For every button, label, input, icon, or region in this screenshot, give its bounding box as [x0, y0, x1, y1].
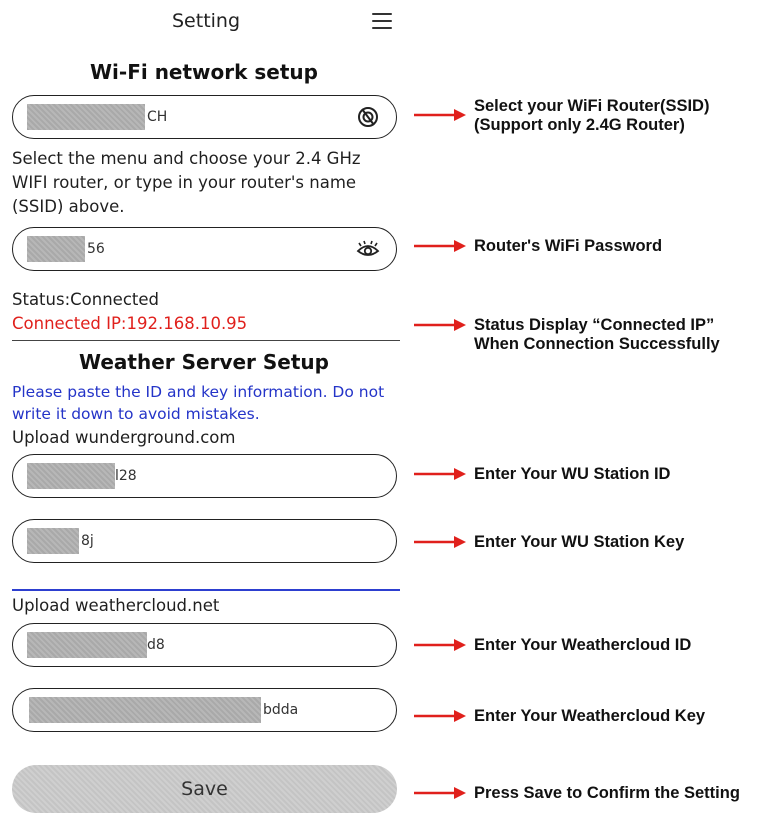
annotation-wu-key: Enter Your WU Station Key	[474, 533, 685, 551]
redacted-mask	[27, 236, 85, 262]
redacted-mask	[29, 697, 261, 723]
annotation-ssid: Select your WiFi Router(SSID) (Support on…	[474, 97, 710, 134]
annotation-arrow-icon	[414, 787, 466, 799]
redacted-mask	[27, 632, 147, 658]
password-value: 56	[87, 241, 105, 257]
connection-status: Status:Connected	[12, 290, 159, 309]
wc-label: Upload weathercloud.net	[12, 596, 220, 615]
connected-ip: Connected IP:192.168.10.95	[12, 314, 248, 333]
weather-note: Please paste the ID and key information.…	[12, 383, 385, 423]
wc-id-input[interactable]: d8	[12, 623, 397, 667]
wu-station-key-input[interactable]: 8j	[12, 519, 397, 563]
annotation-wu-id: Enter Your WU Station ID	[474, 465, 671, 483]
wifi-section-title: Wi-Fi network setup	[90, 60, 318, 84]
wc-key-value: bdda	[263, 702, 299, 718]
router-scan-icon[interactable]	[356, 105, 380, 129]
hamburger-menu-icon[interactable]	[372, 13, 392, 29]
annotation-arrow-icon	[414, 710, 466, 722]
wc-id-value: d8	[147, 637, 165, 653]
section-divider	[12, 340, 400, 341]
wu-station-id-value: l28	[115, 468, 137, 484]
redacted-mask	[27, 463, 115, 489]
wc-key-input[interactable]: bdda	[12, 688, 397, 732]
ssid-value: CH	[147, 109, 168, 125]
annotation-arrow-icon	[414, 319, 466, 331]
wu-station-id-input[interactable]: l28	[12, 454, 397, 498]
annotation-arrow-icon	[414, 468, 466, 480]
annotation-save: Press Save to Confirm the Setting	[474, 784, 740, 802]
annotation-arrow-icon	[414, 240, 466, 252]
ssid-help-text: Select the menu and choose your 2.4 GHz …	[12, 149, 361, 216]
eye-icon[interactable]	[356, 237, 380, 261]
annotation-status: Status Display “Connected IP” When Connec…	[474, 316, 720, 353]
annotation-wc-key: Enter Your Weathercloud Key	[474, 707, 706, 725]
wu-label: Upload wunderground.com	[12, 428, 236, 447]
annotation-password: Router's WiFi Password	[474, 237, 663, 255]
password-input[interactable]: 56	[12, 227, 397, 271]
ssid-input[interactable]: CH	[12, 95, 397, 139]
annotation-wc-id: Enter Your Weathercloud ID	[474, 636, 692, 654]
annotation-arrow-icon	[414, 536, 466, 548]
save-button[interactable]: Save	[12, 765, 397, 813]
annotation-arrow-icon	[414, 109, 466, 121]
weather-section-title: Weather Server Setup	[79, 350, 329, 374]
redacted-mask	[27, 528, 79, 554]
redacted-mask	[27, 104, 145, 130]
wu-station-key-value: 8j	[81, 533, 94, 549]
wu-section-divider	[12, 589, 400, 591]
annotation-arrow-icon	[414, 639, 466, 651]
page-title: Setting	[172, 10, 241, 32]
